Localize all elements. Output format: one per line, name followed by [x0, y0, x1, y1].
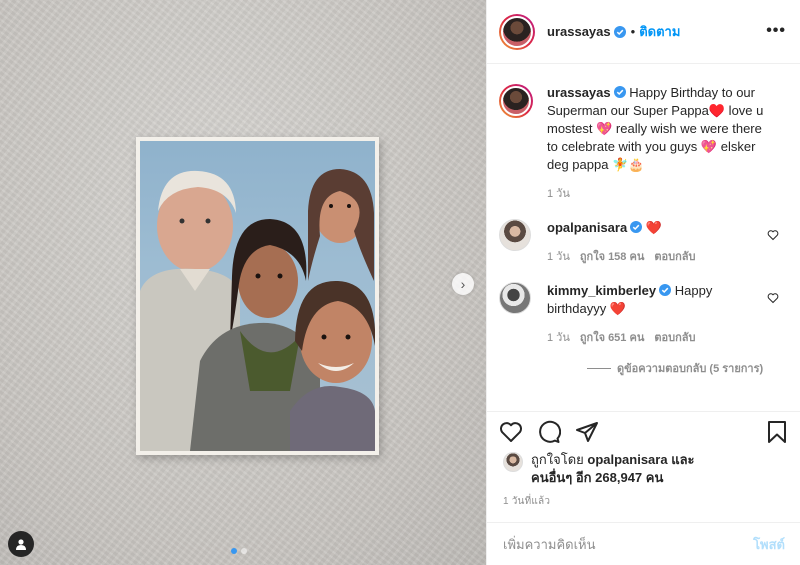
likes-summary: ถูกใจโดย opalpanisara และ คนอื่นๆ อีก 26… — [503, 451, 731, 487]
like-heart-icon[interactable] — [499, 420, 523, 444]
tagged-users-button[interactable] — [8, 531, 34, 557]
follow-button[interactable]: ติดตาม — [639, 21, 680, 42]
avatar[interactable] — [503, 452, 523, 472]
carousel-dot — [231, 548, 237, 554]
caption-time: 1 วัน — [547, 188, 570, 200]
likes-user[interactable]: opalpanisara — [587, 452, 667, 467]
verified-badge-icon — [613, 86, 626, 98]
user-icon — [16, 539, 26, 550]
comment-username[interactable]: opalpanisara — [547, 220, 627, 235]
add-comment-bar: เพิ่มความคิดเห็น โพสต์ — [487, 522, 800, 565]
post-media[interactable]: › — [0, 0, 486, 565]
comment-input[interactable]: เพิ่มความคิดเห็น — [503, 534, 753, 555]
bookmark-icon[interactable] — [765, 420, 789, 444]
avatar[interactable] — [499, 282, 531, 314]
family-photo-image — [140, 169, 375, 451]
comment-text: ❤️ — [645, 220, 663, 235]
comment-time: 1 วัน — [547, 332, 570, 344]
like-comment-heart-icon[interactable] — [767, 292, 779, 304]
like-comment-heart-icon[interactable] — [767, 229, 779, 241]
carousel-indicator — [231, 548, 247, 554]
view-replies-button[interactable]: ดูข้อความตอบกลับ (5 รายการ) — [587, 359, 789, 377]
view-replies-label: ดูข้อความตอบกลับ (5 รายการ) — [617, 363, 764, 375]
share-icon[interactable] — [575, 420, 599, 444]
comment-item: opalpanisara ❤️ 1 วัน ถูกใจ 158 คน ตอบกล… — [499, 219, 789, 266]
avatar[interactable] — [499, 84, 533, 118]
chevron-right-icon: › — [460, 276, 466, 292]
comment-likes[interactable]: ถูกใจ 158 คน — [580, 248, 644, 266]
likes-prefix: ถูกใจโดย — [531, 452, 584, 467]
next-slide-button[interactable]: › — [452, 273, 474, 295]
reply-button[interactable]: ตอบกลับ — [654, 248, 695, 266]
divider — [587, 367, 611, 369]
reply-button[interactable]: ตอบกลับ — [654, 329, 695, 347]
post-header: urassayas • ติดตาม ••• — [487, 0, 800, 64]
post-photo — [136, 137, 379, 455]
separator: • — [630, 24, 636, 39]
more-options-icon[interactable]: ••• — [766, 22, 786, 40]
carousel-dot — [241, 548, 247, 554]
avatar[interactable] — [499, 13, 535, 50]
post-username[interactable]: urassayas — [547, 24, 611, 39]
caption: urassayas Happy Birthday to our Superman… — [499, 84, 789, 203]
post-detail-panel: urassayas • ติดตาม ••• urassayas Happy B… — [486, 0, 800, 565]
comment-item: kimmy_kimberley Happy birthdayyy ❤️ 1 วั… — [499, 282, 789, 347]
action-bar — [487, 411, 800, 451]
comments-list[interactable]: urassayas Happy Birthday to our Superman… — [487, 64, 800, 411]
post-comment-button[interactable]: โพสต์ — [753, 534, 785, 555]
verified-badge-icon — [659, 284, 672, 296]
comment-time: 1 วัน — [547, 251, 570, 263]
comment-likes[interactable]: ถูกใจ 651 คน — [580, 329, 644, 347]
verified-badge-icon — [613, 25, 626, 38]
caption-username[interactable]: urassayas — [547, 85, 611, 100]
likes-and: และ — [671, 452, 695, 467]
verified-badge-icon — [630, 221, 643, 233]
avatar[interactable] — [499, 219, 531, 251]
posted-time[interactable]: 1 วันที่แล้ว — [503, 494, 550, 509]
likes-others[interactable]: คนอื่นๆ อีก 268,947 คน — [531, 470, 663, 485]
comment-username[interactable]: kimmy_kimberley — [547, 283, 656, 298]
comment-icon[interactable] — [537, 420, 561, 444]
